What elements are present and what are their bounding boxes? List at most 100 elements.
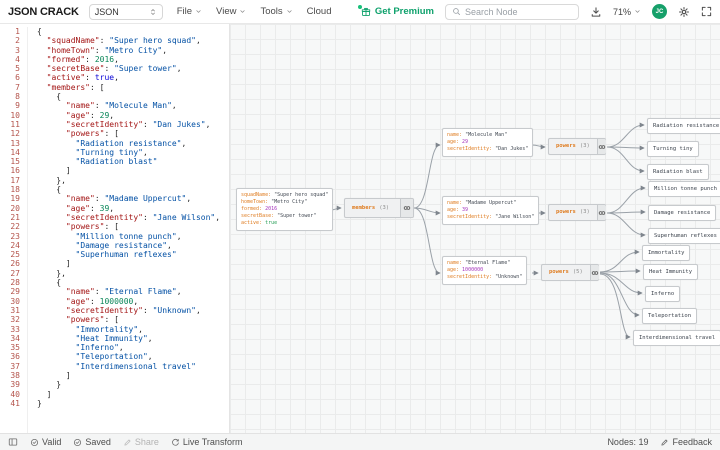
download-button[interactable] (590, 6, 602, 18)
line-number: 23 (10, 231, 20, 241)
collapse-node-button[interactable] (400, 199, 413, 217)
node-leaf[interactable]: Inferno (645, 286, 681, 302)
line-number: 21 (10, 212, 20, 222)
line-number: 8 (15, 92, 20, 102)
node-powers1-array[interactable]: powers (3) (548, 138, 606, 155)
graph-canvas[interactable]: squadName: "Super hero squad" homeTown: "Me… (230, 24, 720, 433)
code-line: "secretIdentity": "Jane Wilson", (65, 212, 221, 222)
live-transform-toggle[interactable]: Live Transform (171, 437, 242, 447)
code-line: "Radiation resistance", (75, 138, 187, 148)
zoom-level: 71% (612, 6, 631, 17)
collapse-node-button[interactable] (596, 139, 606, 154)
node-search[interactable] (444, 3, 579, 20)
array-count: (3) (379, 204, 390, 211)
line-number: 6 (15, 73, 20, 83)
validity-status: Valid (30, 437, 61, 447)
editor-code[interactable]: { "squadName": "Super hero squad", "home… (28, 27, 220, 433)
line-number: 16 (10, 166, 20, 176)
avatar[interactable]: JC (652, 4, 667, 19)
line-number: 18 (10, 185, 20, 195)
node-members-array[interactable]: members (3) (344, 198, 414, 218)
code-line: { (37, 278, 62, 288)
collapse-node-button[interactable] (589, 265, 599, 280)
line-number: 38 (10, 370, 20, 380)
code-line: "secretIdentity": "Dan Jukes", (65, 119, 211, 129)
format-select[interactable]: JSON (88, 3, 163, 20)
node-member-eternal-flame[interactable]: name: "Eternal Flame" age: 1000000 secretIde… (442, 256, 528, 285)
node-leaf[interactable]: Damage resistance (648, 205, 717, 221)
node-powers3-array[interactable]: powers (5) (541, 264, 599, 281)
code-line: "powers": [ (65, 222, 119, 232)
node-leaf[interactable]: Turning tiny (647, 141, 699, 157)
chain-icon (598, 209, 606, 217)
node-leaf[interactable]: Million tonne punch (648, 181, 720, 197)
node-leaf[interactable]: Immortality (642, 245, 691, 261)
code-line: ] (37, 370, 71, 380)
node-row: homeTown: "Metro City" (241, 199, 308, 205)
code-line: ] (37, 166, 71, 176)
settings-gear-button[interactable] (678, 6, 690, 18)
search-input[interactable] (464, 6, 572, 17)
node-leaf[interactable]: Interdimensional travel (633, 330, 720, 346)
node-member-molecule-man[interactable]: name: "Molecule Man" age: 29 secretIdentity:… (442, 128, 534, 157)
pencil-icon (123, 438, 132, 447)
node-leaf[interactable]: Superhuman reflexes (648, 228, 720, 244)
node-leaf[interactable]: Radiation blast (647, 164, 709, 180)
pencil-icon (660, 438, 669, 447)
code-line: "Teleportation", (75, 352, 153, 362)
node-row: name: "Molecule Man" (447, 132, 508, 138)
fullscreen-button[interactable] (701, 6, 712, 17)
line-number: 13 (10, 138, 20, 148)
code-line: "age": 1000000, (65, 296, 139, 306)
panel-toggle-icon (8, 437, 18, 447)
get-premium-button[interactable]: Get Premium (357, 4, 434, 17)
node-member-madame-uppercut[interactable]: name: "Madame Uppercut" age: 39 secretIdenti… (442, 196, 540, 225)
line-number: 17 (10, 175, 20, 185)
node-powers2-array[interactable]: powers (3) (548, 204, 606, 221)
array-label: powers (549, 269, 569, 275)
line-number: 4 (15, 54, 20, 64)
code-line: "active": true, (46, 73, 119, 83)
code-line: { (37, 27, 42, 36)
status-bar: Valid Saved Share Live Transform Nodes: … (0, 433, 720, 450)
code-line: "Damage resistance", (75, 240, 172, 250)
array-label: powers (556, 143, 576, 149)
menu-file[interactable]: File (177, 6, 202, 17)
code-line: "name": "Madame Uppercut", (65, 194, 192, 204)
node-row: secretIdentity: "Jane Wilson" (447, 214, 535, 220)
node-row: secretIdentity: "Dan Jukes" (447, 146, 529, 152)
menu-tools[interactable]: Tools (260, 6, 292, 17)
node-root-object[interactable]: squadName: "Super hero squad" homeTown: "Me… (236, 188, 334, 231)
node-row: name: "Eternal Flame" (447, 260, 511, 266)
array-count: (3) (579, 209, 590, 215)
code-line: "age": 29, (65, 110, 115, 120)
line-number: 25 (10, 250, 20, 260)
notification-dot (357, 4, 362, 9)
code-line: "formed": 2016, (46, 54, 119, 64)
line-number: 32 (10, 315, 20, 325)
code-line: { (37, 92, 62, 102)
node-leaf[interactable]: Heat Immunity (643, 264, 699, 280)
node-leaf[interactable]: Teleportation (642, 308, 698, 324)
code-line: "Superhuman reflexes" (75, 250, 177, 260)
code-line: "secretIdentity": "Unknown", (65, 305, 201, 315)
menu-cloud[interactable]: Cloud (307, 6, 332, 17)
code-line: "name": "Molecule Man", (65, 101, 177, 111)
toggle-editor-panel-button[interactable] (8, 437, 18, 447)
collapse-node-button[interactable] (596, 205, 606, 220)
json-editor[interactable]: 1 2 3 4 5 6 7 8 9 10 11 12 13 14 15 16 17 18 19 20 21 22 23 24 2… (0, 24, 230, 433)
editor-line-numbers: 1 2 3 4 5 6 7 8 9 10 11 12 13 14 15 16 17 18 19 20 21 22 23 24 2… (0, 27, 28, 433)
code-line: } (37, 398, 42, 408)
chevron-down-icon (195, 8, 202, 15)
line-number: 27 (10, 268, 20, 278)
zoom-control[interactable]: 71% (613, 7, 641, 17)
code-line: "Radiation blast" (75, 157, 158, 167)
feedback-button[interactable]: Feedback (660, 437, 712, 447)
line-number: 20 (10, 203, 20, 213)
menu-view[interactable]: View (216, 6, 246, 17)
code-line: "Inferno", (75, 343, 124, 353)
share-button[interactable]: Share (123, 437, 159, 447)
code-line: ] (37, 389, 52, 399)
node-leaf[interactable]: Radiation resistance (647, 118, 720, 134)
select-updown-icon (149, 8, 157, 16)
